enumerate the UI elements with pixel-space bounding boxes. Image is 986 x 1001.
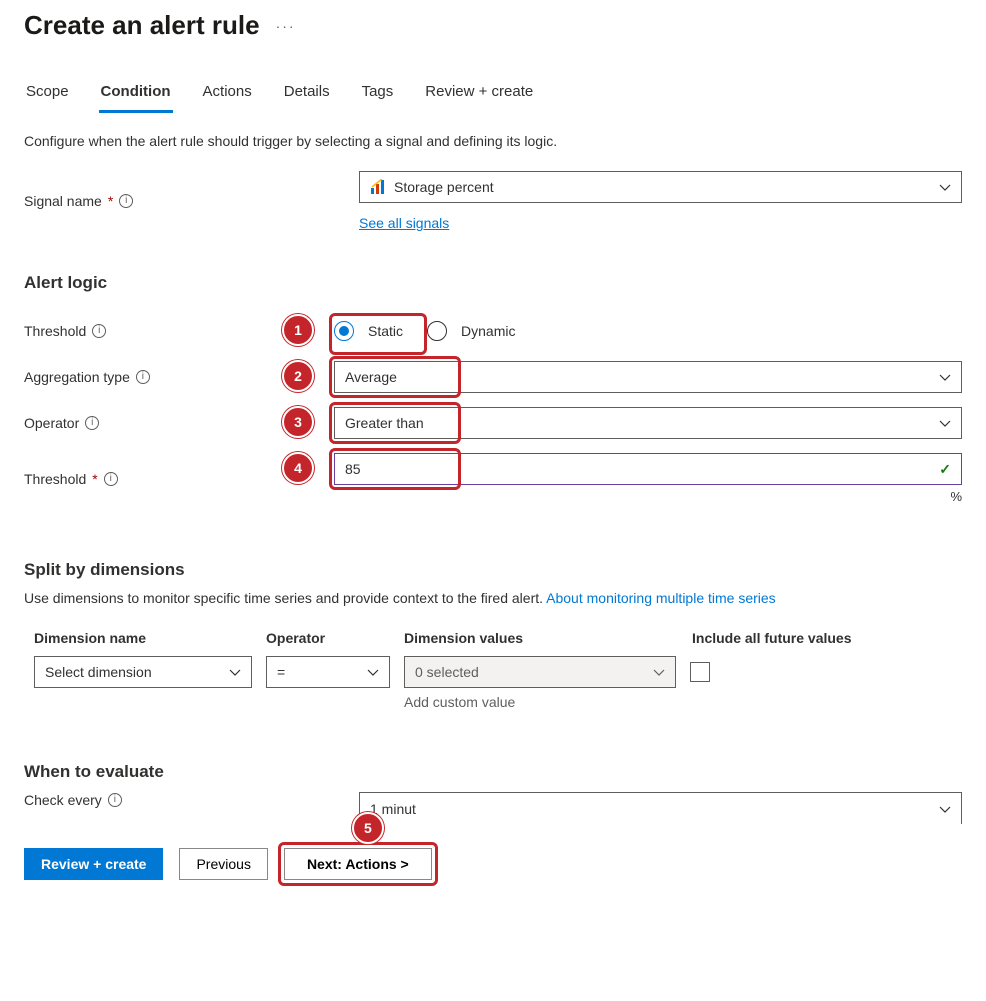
chevron-down-icon: [939, 803, 951, 815]
alert-logic-heading: Alert logic: [24, 273, 962, 293]
add-custom-value-link[interactable]: Add custom value: [404, 694, 676, 710]
col-dimension-name: Dimension name: [34, 630, 266, 646]
threshold-static-label: Static: [368, 323, 403, 339]
dimension-name-dropdown[interactable]: Select dimension: [34, 656, 252, 688]
tab-condition[interactable]: Condition: [99, 83, 173, 113]
col-include-future: Include all future values: [692, 630, 852, 646]
aggregation-type-label: Aggregation type: [24, 369, 130, 385]
chevron-down-icon: [229, 666, 241, 678]
previous-button[interactable]: Previous: [179, 848, 267, 880]
aggregation-type-value: Average: [345, 369, 397, 385]
signal-name-label: Signal name: [24, 193, 102, 209]
threshold-unit: %: [334, 489, 962, 504]
dimension-values-value: 0 selected: [415, 664, 479, 680]
tab-details[interactable]: Details: [282, 83, 332, 113]
threshold-static-radio[interactable]: [334, 321, 354, 341]
dimension-values-dropdown[interactable]: 0 selected: [404, 656, 676, 688]
callout-2: 2: [282, 360, 314, 392]
dimension-operator-value: =: [277, 664, 285, 680]
required-indicator: *: [108, 193, 113, 209]
dimensions-heading: Split by dimensions: [24, 560, 962, 580]
tab-actions[interactable]: Actions: [201, 83, 254, 113]
signal-name-value: Storage percent: [394, 179, 494, 195]
evaluate-heading: When to evaluate: [24, 762, 962, 782]
signal-name-dropdown[interactable]: Storage percent: [359, 171, 962, 203]
more-actions-icon[interactable]: ···: [276, 18, 296, 34]
chevron-down-icon: [939, 371, 951, 383]
see-all-signals-link[interactable]: See all signals: [359, 215, 449, 231]
check-every-label: Check every: [24, 792, 102, 808]
valid-checkmark-icon: ✓: [939, 461, 951, 478]
threshold-value-label: Threshold: [24, 471, 86, 487]
tab-scope[interactable]: Scope: [24, 83, 71, 113]
info-icon[interactable]: i: [85, 416, 99, 430]
next-actions-button[interactable]: Next: Actions >: [284, 848, 432, 880]
page-title: Create an alert rule: [24, 10, 260, 41]
metric-icon: [370, 179, 386, 195]
operator-value: Greater than: [345, 415, 424, 431]
aggregation-type-dropdown[interactable]: Average: [334, 361, 962, 393]
dimension-name-value: Select dimension: [45, 664, 152, 680]
threshold-dynamic-label: Dynamic: [461, 323, 515, 339]
tab-tags[interactable]: Tags: [360, 83, 396, 113]
info-icon[interactable]: i: [119, 194, 133, 208]
dimensions-description: Use dimensions to monitor specific time …: [24, 590, 546, 606]
threshold-value: 85: [345, 461, 361, 477]
info-icon[interactable]: i: [136, 370, 150, 384]
include-future-checkbox[interactable]: [690, 662, 710, 682]
dimension-operator-dropdown[interactable]: =: [266, 656, 390, 688]
about-dimensions-link[interactable]: About monitoring multiple time series: [546, 590, 776, 606]
operator-dropdown[interactable]: Greater than: [334, 407, 962, 439]
condition-description: Configure when the alert rule should tri…: [24, 133, 962, 149]
info-icon[interactable]: i: [92, 324, 106, 338]
callout-4: 4: [282, 452, 314, 484]
tab-bar: Scope Condition Actions Details Tags Rev…: [24, 83, 962, 113]
info-icon[interactable]: i: [108, 793, 122, 807]
callout-1: 1: [282, 314, 314, 346]
review-create-button[interactable]: Review + create: [24, 848, 163, 880]
threshold-type-label: Threshold: [24, 323, 86, 339]
info-icon[interactable]: i: [104, 472, 118, 486]
col-operator: Operator: [266, 630, 404, 646]
col-dimension-values: Dimension values: [404, 630, 692, 646]
chevron-down-icon: [939, 417, 951, 429]
operator-label: Operator: [24, 415, 79, 431]
callout-5: 5: [352, 812, 384, 844]
chevron-down-icon: [367, 666, 379, 678]
tab-review-create[interactable]: Review + create: [423, 83, 535, 113]
check-every-dropdown[interactable]: 1 minut: [359, 792, 962, 824]
required-indicator: *: [92, 471, 97, 487]
chevron-down-icon: [939, 181, 951, 193]
threshold-dynamic-radio[interactable]: [427, 321, 447, 341]
threshold-value-input[interactable]: 85 ✓: [334, 453, 962, 485]
chevron-down-icon: [653, 666, 665, 678]
callout-3: 3: [282, 406, 314, 438]
